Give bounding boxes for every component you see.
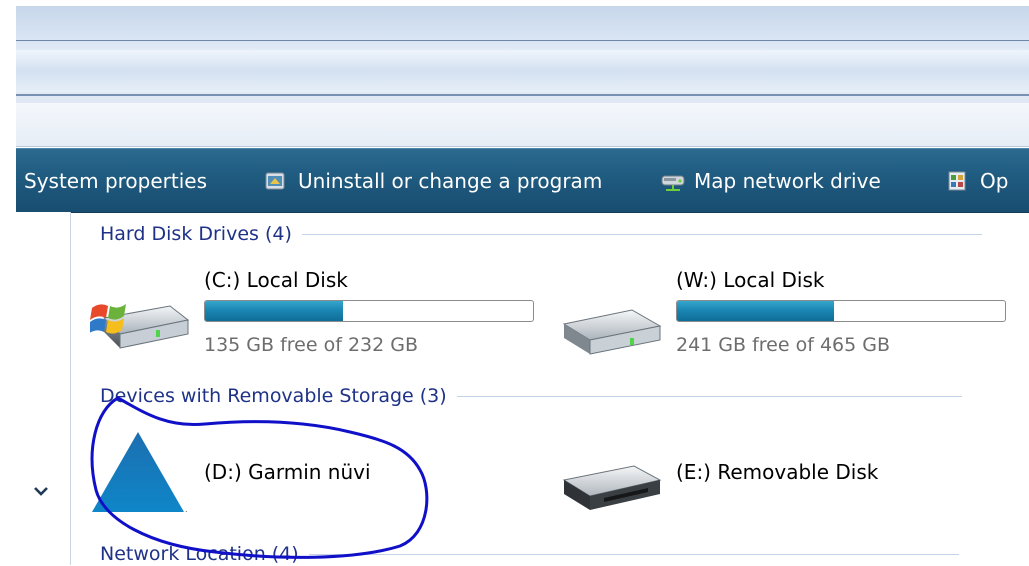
uninstall-program-label: Uninstall or change a program [298,169,603,193]
removable-disk-icon [562,465,662,510]
group-divider [456,395,962,397]
group-divider [301,233,982,235]
drive-name: (E:) Removable Disk [676,460,879,484]
windows-hard-drive-icon [90,304,190,349]
drive-usage-bar [676,300,1006,322]
chevron-down-icon[interactable] [30,480,52,502]
group-header-hard-disk-drives[interactable]: Hard Disk Drives (4) [100,222,982,246]
group-title: Network Location (4) [100,543,299,565]
open-control-panel-icon [946,170,968,192]
drive-free-space: 241 GB free of 465 GB [676,334,891,356]
drive-free-space: 135 GB free of 232 GB [204,334,419,356]
uninstall-program-button[interactable]: Uninstall or change a program [264,167,602,195]
group-divider [308,553,959,555]
drive-name: (C:) Local Disk [204,268,348,292]
drive-name: (W:) Local Disk [676,268,825,292]
map-network-drive-label: Map network drive [694,169,881,193]
group-title: Hard Disk Drives (4) [100,223,292,245]
command-toolbar: System properties Uninstall or change a … [16,148,1029,213]
uninstall-program-icon [264,170,286,192]
hard-drive-icon [562,309,662,355]
system-properties-button[interactable]: System properties [24,167,207,195]
window-title-bar [16,6,1029,104]
open-control-panel-label: Op [980,169,1009,193]
svg-text:.: . [185,505,188,514]
group-header-network-location[interactable]: Network Location (4) [100,542,959,566]
group-header-removable-storage[interactable]: Devices with Removable Storage (3) [100,384,962,408]
garmin-triangle-icon: . [92,432,188,514]
open-control-panel-button[interactable]: Op [946,167,1008,195]
navigation-pane[interactable] [16,212,71,565]
drive-usage-bar [204,300,534,322]
drive-name: (D:) Garmin nüvi [204,460,371,484]
map-network-drive-button[interactable]: Map network drive [660,167,881,195]
address-bar[interactable] [16,103,1029,147]
drive-usage-fill [205,301,343,321]
system-properties-label: System properties [24,169,207,193]
title-bar-divider [16,40,1029,41]
group-title: Devices with Removable Storage (3) [100,385,447,407]
drive-usage-fill [677,301,835,321]
title-bar-divider-lower [16,94,1029,96]
map-network-drive-icon [660,170,685,192]
title-bar-glass [16,50,1029,92]
